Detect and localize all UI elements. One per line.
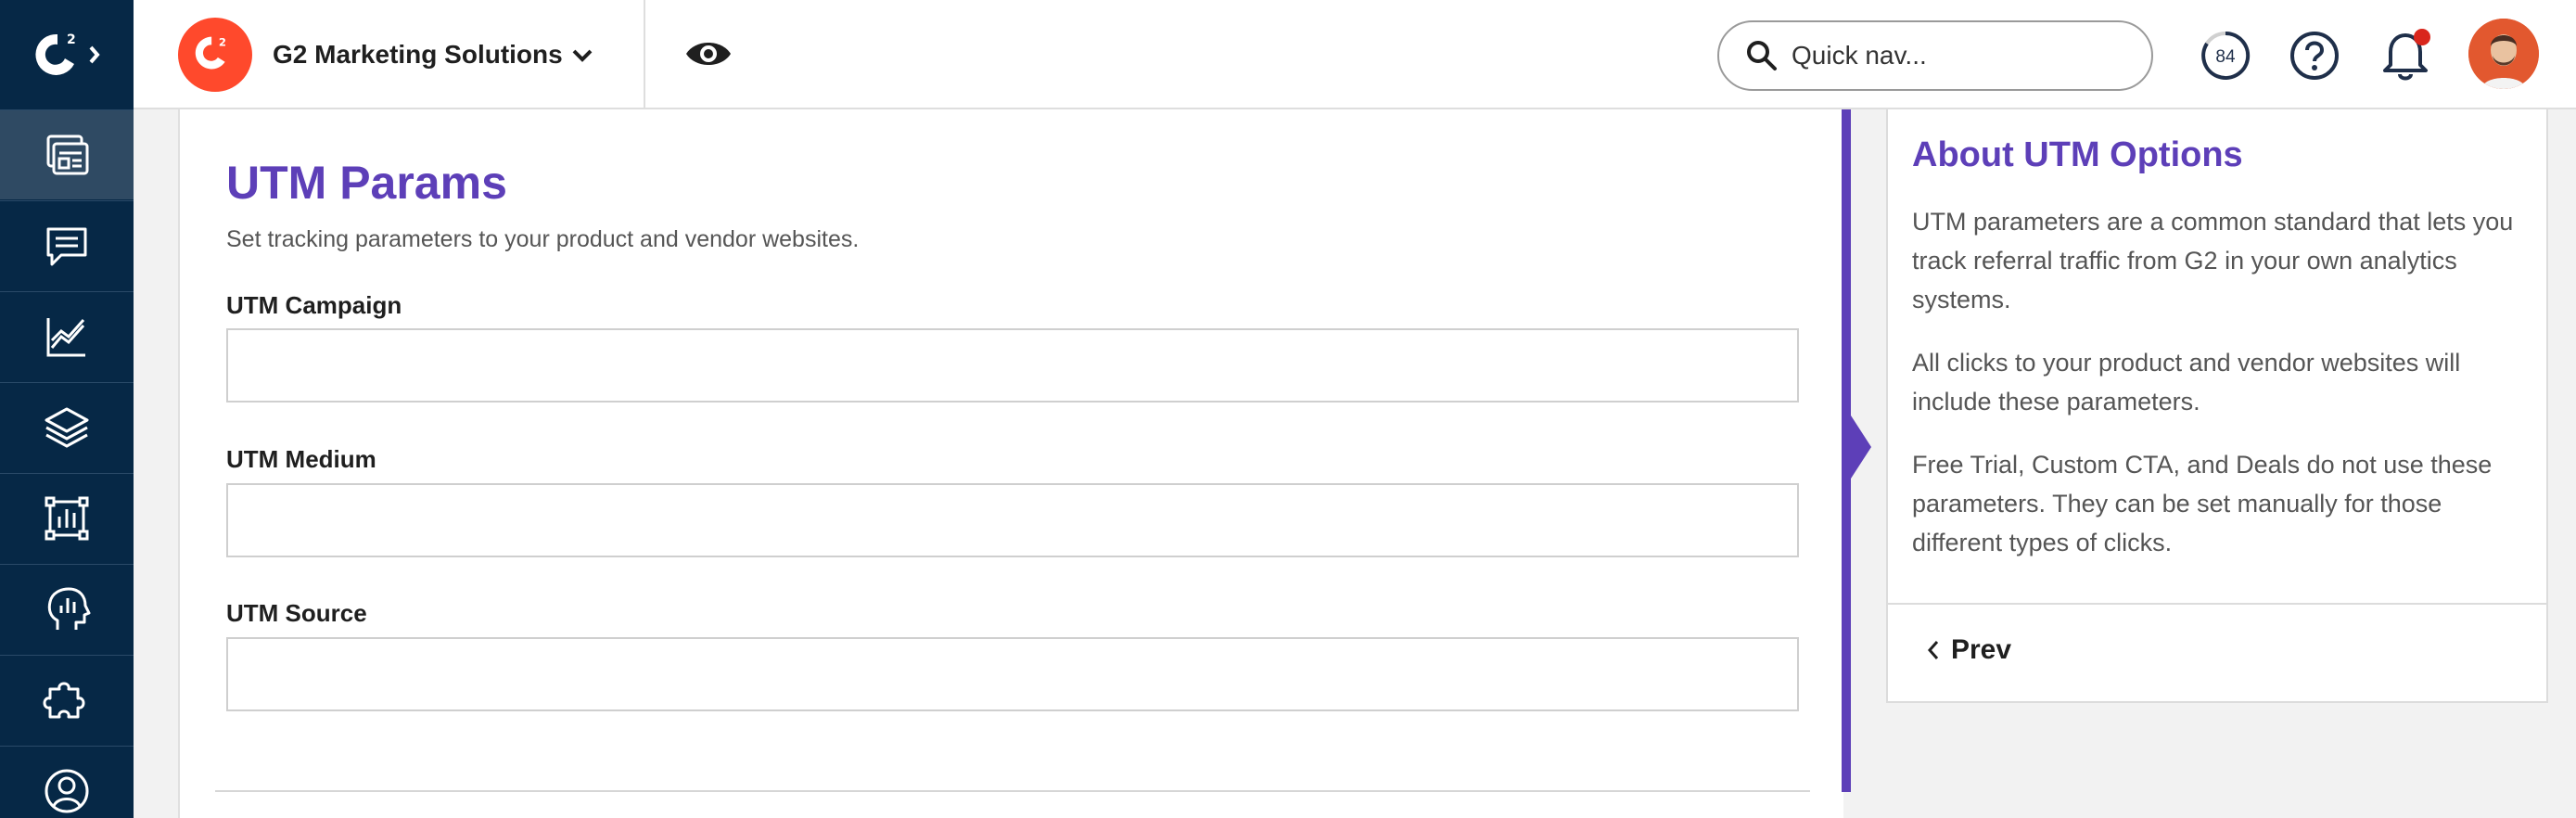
sidebar-item-layers[interactable]	[0, 382, 134, 472]
analytics-chart-icon	[46, 318, 85, 357]
chevron-left-icon	[1927, 641, 1939, 659]
panel-paragraph: All clicks to your product and vendor we…	[1912, 349, 2461, 415]
layers-icon	[45, 407, 89, 448]
utm-campaign-input[interactable]	[226, 328, 1799, 403]
panel-title: About UTM Options	[1912, 135, 2243, 174]
sidebar-item-reviews[interactable]	[0, 200, 134, 290]
notifications-bell-icon[interactable]	[2378, 24, 2433, 83]
search-placeholder: Quick nav...	[1792, 41, 1927, 70]
panel-paragraph: Free Trial, Custom CTA, and Deals do not…	[1912, 451, 2493, 556]
g2-home-logo[interactable]: 2	[0, 0, 134, 109]
svg-text:2: 2	[67, 32, 76, 47]
profile-score-icon[interactable]: 84	[2200, 30, 2251, 82]
avatar-photo-icon	[2468, 19, 2539, 89]
sidebar-item-buyer-intent[interactable]	[0, 564, 134, 654]
step-accent-notch	[1851, 415, 1871, 479]
page-subtitle: Set tracking parameters to your product …	[226, 226, 860, 252]
utm-source-label: UTM Source	[226, 599, 367, 627]
score-value: 84	[2215, 47, 2236, 67]
org-switcher[interactable]: 2 G2 Marketing Solutions	[178, 17, 563, 93]
utm-medium-input[interactable]	[226, 483, 1799, 557]
prev-button[interactable]: Prev	[1925, 634, 2011, 666]
sidebar-item-products[interactable]	[0, 109, 134, 199]
g2-logo-icon: 2	[35, 32, 100, 75]
prev-label: Prev	[1951, 634, 2012, 665]
user-avatar[interactable]	[2468, 19, 2539, 89]
notification-dot	[2414, 29, 2430, 45]
help-icon[interactable]	[2289, 30, 2340, 82]
chat-icon	[46, 227, 87, 266]
panel-paragraph: UTM parameters are a common standard tha…	[1912, 208, 2514, 313]
step-accent-bar	[1842, 109, 1851, 792]
sidebar-item-integrations[interactable]	[0, 655, 134, 745]
utm-params-card: UTM Params Set tracking parameters to yo…	[178, 109, 1843, 818]
report-frame-icon	[45, 496, 89, 541]
chevron-down-icon[interactable]	[569, 43, 595, 69]
utm-medium-label: UTM Medium	[226, 445, 376, 473]
eye-icon[interactable]	[684, 35, 733, 72]
header-divider	[644, 0, 645, 109]
account-user-icon	[45, 769, 89, 813]
g2-brand-icon: 2	[178, 18, 252, 92]
panel-divider	[1888, 603, 2546, 605]
search-icon	[1747, 41, 1777, 70]
svg-text:2: 2	[219, 35, 226, 48]
utm-campaign-label: UTM Campaign	[226, 291, 402, 319]
page-title: UTM Params	[226, 157, 507, 209]
buyer-intent-head-icon	[47, 587, 91, 630]
top-header: 2 G2 Marketing Solutions Quick nav... 84	[134, 0, 2576, 109]
about-utm-panel: About UTM Options UTM parameters are a c…	[1886, 109, 2548, 703]
org-name: G2 Marketing Solutions	[273, 40, 563, 69]
integrations-puzzle-icon	[43, 682, 85, 719]
left-nav-rail: 2	[0, 0, 134, 818]
utm-source-input[interactable]	[226, 637, 1799, 711]
sidebar-item-analytics[interactable]	[0, 291, 134, 381]
card-divider	[215, 790, 1810, 792]
quick-nav-search[interactable]: Quick nav...	[1717, 20, 2153, 91]
product-profile-icon	[46, 134, 89, 175]
sidebar-item-account[interactable]	[0, 746, 134, 818]
sidebar-item-reports[interactable]	[0, 473, 134, 563]
